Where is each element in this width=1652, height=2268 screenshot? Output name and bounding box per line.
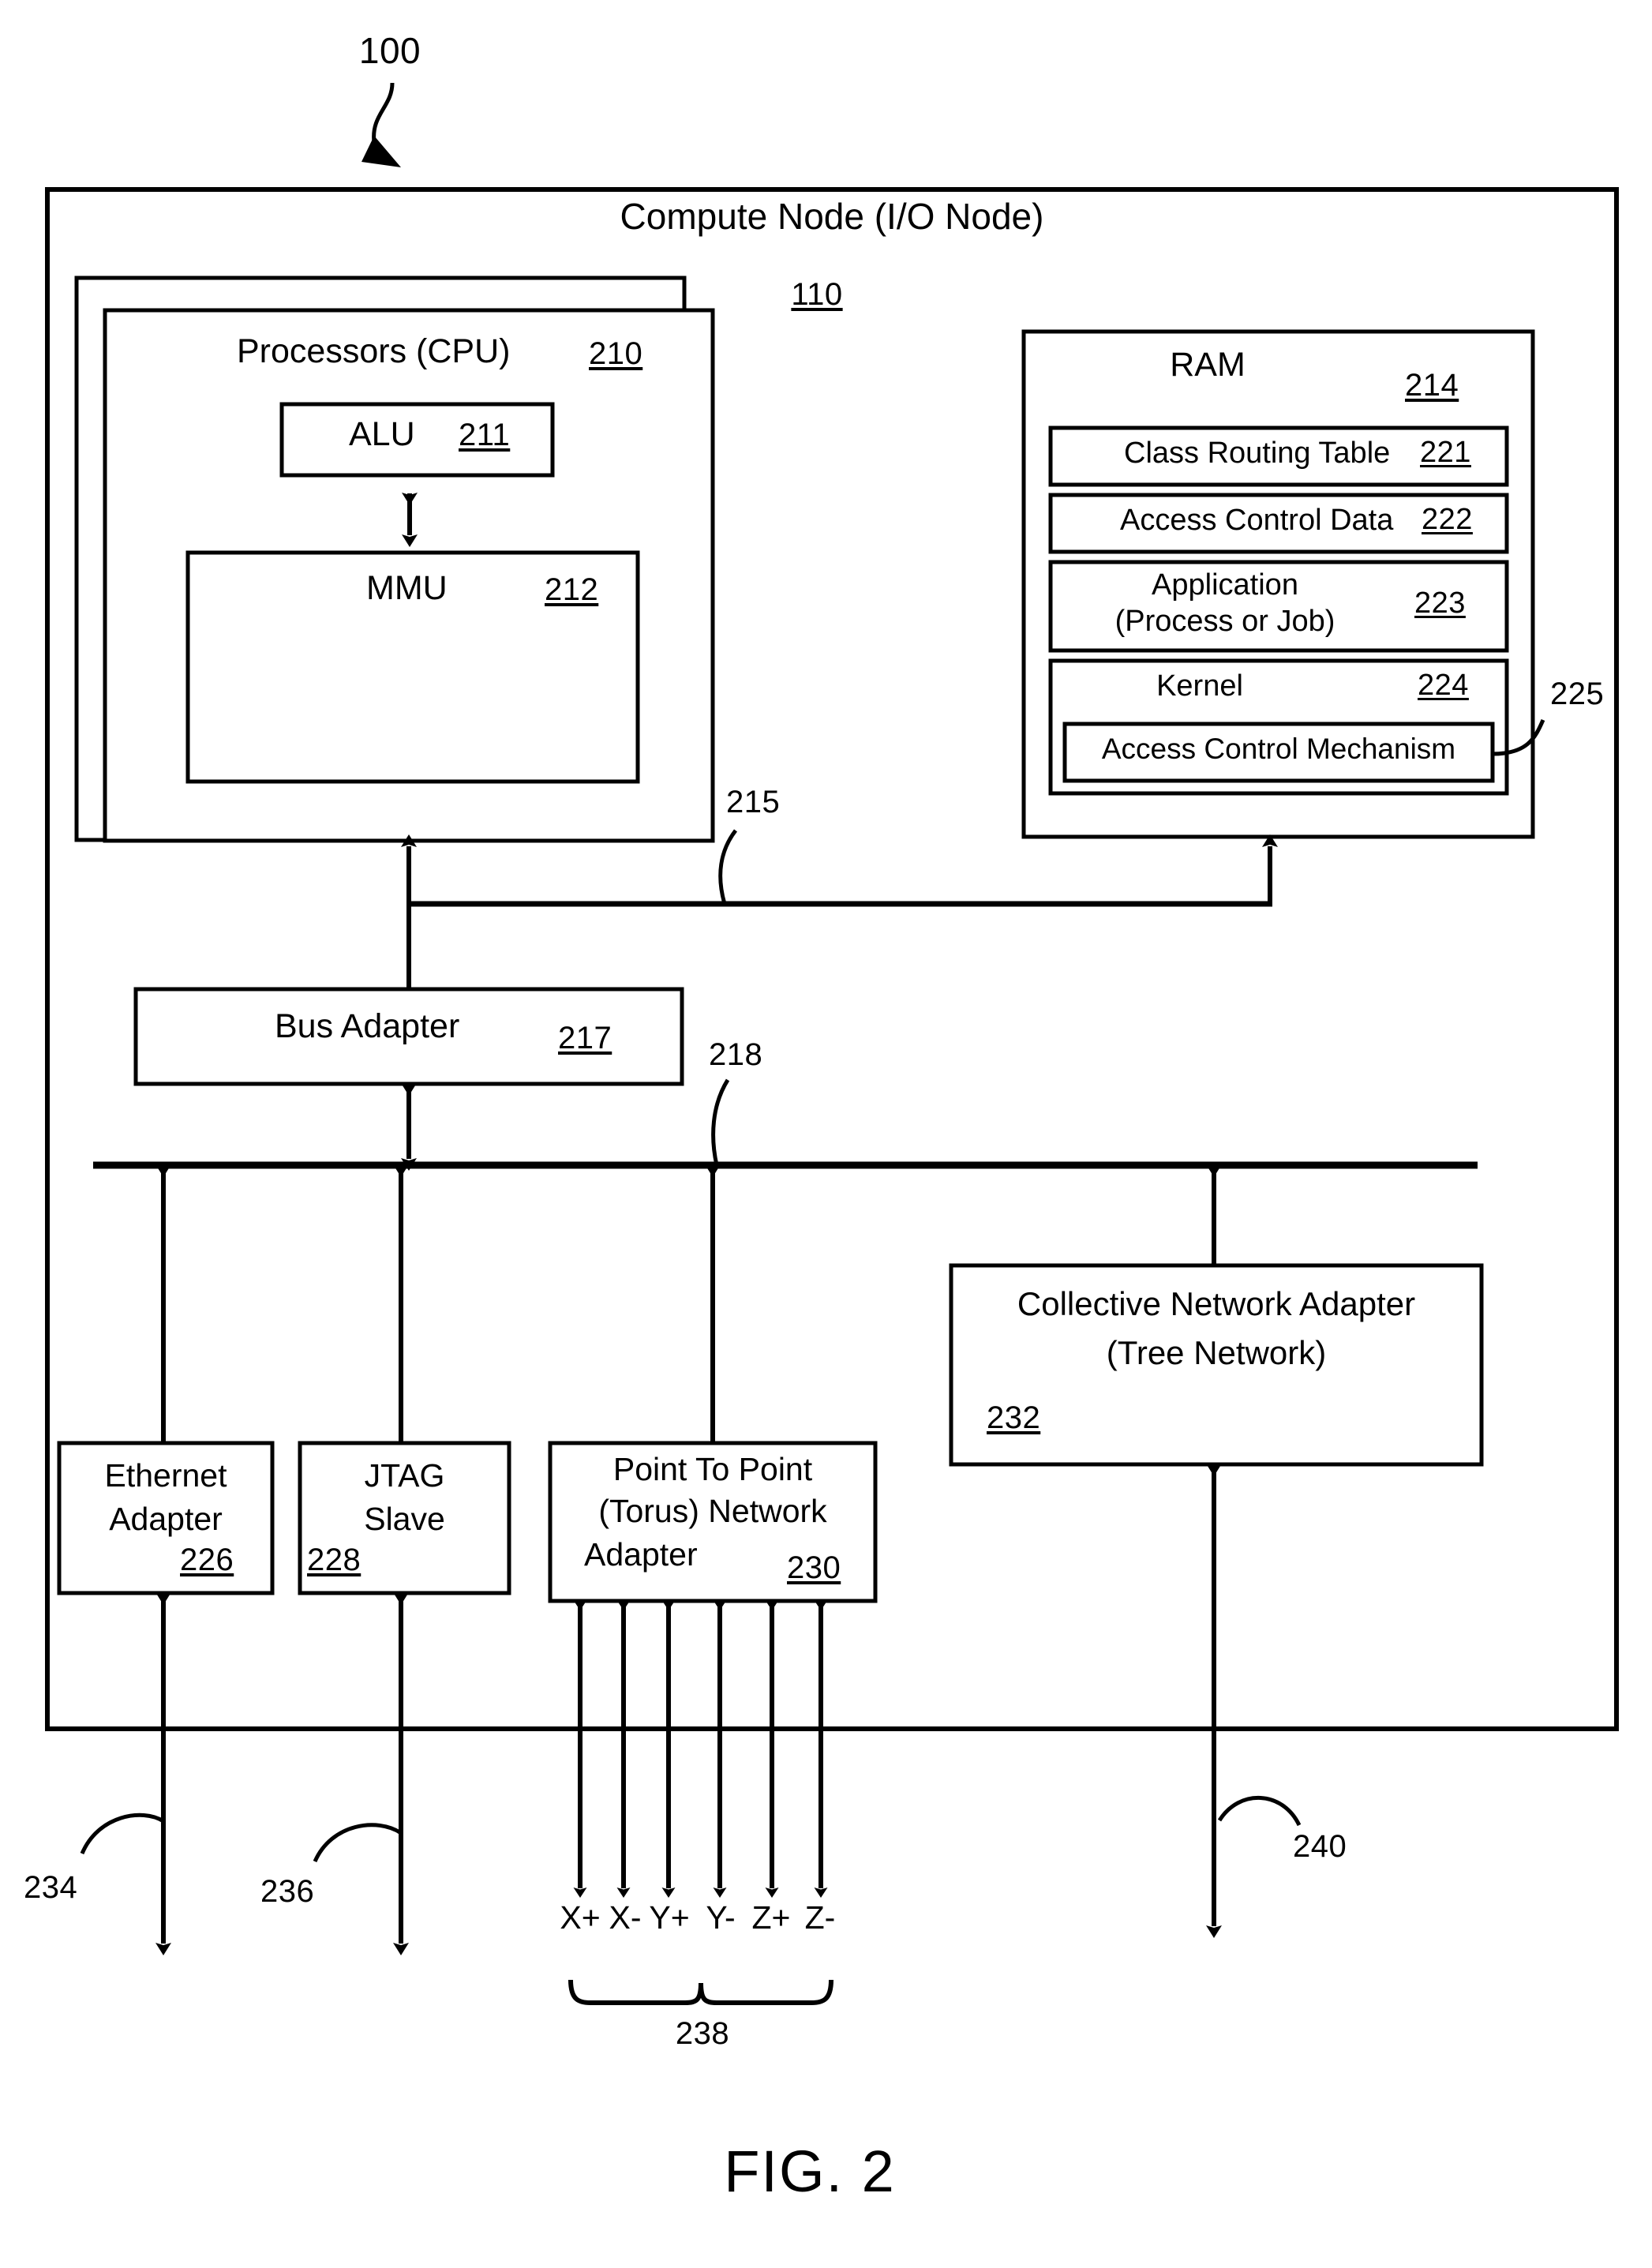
jtag-slave-line1: JTAG xyxy=(364,1457,445,1494)
application-subtitle: (Process or Job) xyxy=(1114,605,1335,638)
torus-links xyxy=(573,1600,828,1898)
ram-title: RAM xyxy=(1170,346,1246,384)
point-to-point-line2: (Torus) Network xyxy=(598,1493,827,1529)
alu-box xyxy=(279,402,555,478)
collective-adapter-title-line2: (Tree Network) xyxy=(1106,1334,1327,1371)
torus-group-brace xyxy=(568,1979,833,2005)
torus-dir-z-minus: Z- xyxy=(804,1899,836,1936)
access-control-mechanism-title: Access Control Mechanism xyxy=(1101,733,1456,765)
torus-dir-z-plus: Z+ xyxy=(751,1899,791,1936)
ram-ref: 214 xyxy=(1405,368,1459,403)
ethernet-adapter-line2: Adapter xyxy=(109,1501,223,1537)
application-ref: 223 xyxy=(1414,587,1466,620)
torus-dir-y-plus: Y+ xyxy=(649,1899,690,1936)
class-routing-table-ref: 221 xyxy=(1420,436,1471,469)
ethernet-adapter-ref: 226 xyxy=(180,1543,234,1577)
kernel-ref: 224 xyxy=(1418,669,1469,702)
access-control-data-title: Access Control Data xyxy=(1120,504,1394,537)
access-control-data-ref: 222 xyxy=(1422,503,1473,536)
collective-link-ref: 240 xyxy=(1293,1829,1347,1864)
gigabit-ethernet-ref: 234 xyxy=(24,1870,78,1905)
jtag-slave-line2: Slave xyxy=(364,1501,445,1537)
point-to-point-line1: Point To Point xyxy=(612,1451,813,1487)
bus-adapter-title: Bus Adapter xyxy=(275,1007,460,1045)
application-title: Application xyxy=(1152,568,1298,602)
point-to-point-ref: 230 xyxy=(787,1550,841,1585)
class-routing-table-title: Class Routing Table xyxy=(1124,437,1391,470)
memory-bus-ref: 215 xyxy=(726,785,781,819)
jtag-master-ref: 236 xyxy=(260,1874,315,1909)
alu-title: ALU xyxy=(349,415,415,453)
figure-canvas: 100 Compute Node (I/O Node) 110 Processo… xyxy=(0,0,1652,2268)
point-to-point-line3: Adapter xyxy=(584,1536,698,1573)
mmu-ref: 212 xyxy=(545,572,599,607)
collective-adapter-ref: 232 xyxy=(987,1400,1041,1435)
memory-bus-215 xyxy=(401,829,1278,1001)
torus-group-ref: 238 xyxy=(675,2016,730,2051)
extension-bus-ref: 218 xyxy=(709,1037,763,1072)
cpu-title: Processors (CPU) xyxy=(237,332,511,370)
bus-adapter-ref: 217 xyxy=(558,1021,612,1055)
system-ref-100: 100 xyxy=(358,30,421,71)
collective-adapter-title-line1: Collective Network Adapter xyxy=(1017,1285,1416,1322)
kernel-title: Kernel xyxy=(1156,669,1243,703)
alu-ref: 211 xyxy=(459,418,511,452)
cpu-ref: 210 xyxy=(589,336,643,371)
extension-bus-ref-leader xyxy=(711,1078,730,1166)
ethernet-adapter-line1: Ethernet xyxy=(104,1457,227,1494)
compute-node-title: Compute Node (I/O Node) xyxy=(620,196,1044,237)
figure-caption: FIG. 2 xyxy=(724,2139,896,2204)
jtag-slave-ref: 228 xyxy=(307,1543,361,1577)
torus-dir-y-minus: Y- xyxy=(706,1899,736,1936)
mmu-title: MMU xyxy=(366,569,448,607)
access-control-mechanism-ref: 225 xyxy=(1550,677,1605,711)
compute-node-ref: 110 xyxy=(791,277,843,312)
system-ref-leader xyxy=(361,82,401,167)
